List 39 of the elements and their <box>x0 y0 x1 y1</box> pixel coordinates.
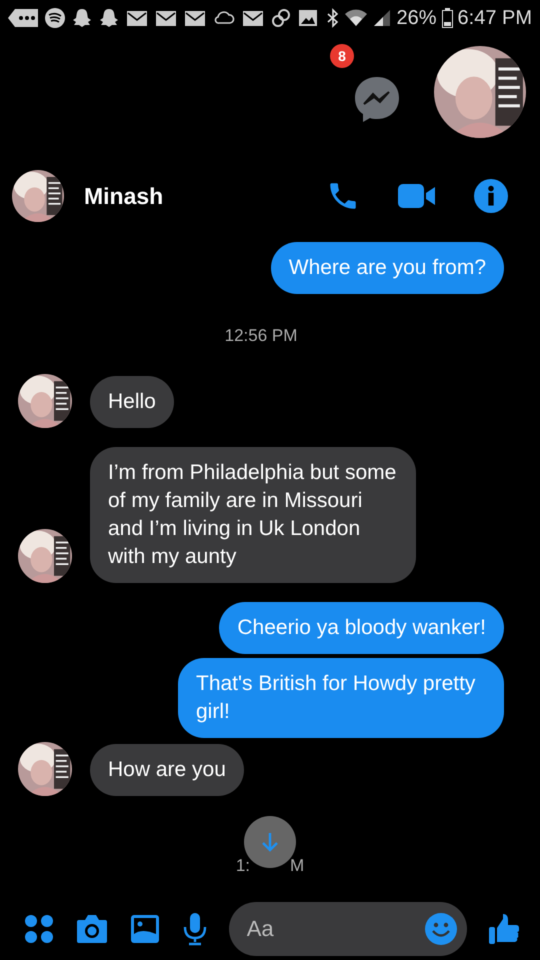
apps-icon[interactable] <box>24 914 54 944</box>
ghost-icon <box>99 8 119 28</box>
sent-message: Where are you from? <box>270 242 504 294</box>
wifi-icon <box>344 8 368 28</box>
mail-icon <box>126 9 148 27</box>
contact-name: Minash <box>84 182 164 210</box>
sent-message: That's British for Howdy pretty girl! <box>178 658 504 738</box>
image-icon[interactable] <box>130 914 160 944</box>
mail-icon <box>242 9 264 27</box>
image-icon <box>298 9 318 27</box>
received-message: Hello <box>90 376 174 428</box>
bluetooth-icon <box>327 8 340 28</box>
ghost-icon <box>72 8 92 28</box>
notification-badge: 8 <box>330 44 354 68</box>
video-camera-icon[interactable] <box>398 183 436 209</box>
battery-percent: 26% <box>396 6 437 30</box>
timestamp-end: M <box>290 856 304 877</box>
mail-icon <box>184 9 206 27</box>
timestamp: 12:56 PM <box>224 325 298 347</box>
thumbs-up-icon[interactable] <box>488 913 520 945</box>
message-input-field[interactable]: Aa <box>228 902 467 956</box>
status-time: 6:47 PM <box>458 6 532 30</box>
chat-bubble-icon[interactable] <box>352 74 402 124</box>
sent-message: Cheerio ya bloody wanker! <box>219 602 504 654</box>
music-app-icon <box>45 8 65 28</box>
more-icon <box>8 8 38 28</box>
camera-icon[interactable] <box>75 914 110 944</box>
emoji-icon[interactable] <box>424 913 457 945</box>
received-message: How are you <box>90 744 244 796</box>
down-arrow-icon <box>260 831 280 853</box>
cloud-icon <box>213 9 235 27</box>
received-message: I’m from Philadelphia but some of my family are in Missouri and I’m living in Uk London with my aunty <box>90 447 416 583</box>
signal-icon <box>373 9 392 27</box>
info-icon[interactable] <box>474 179 508 213</box>
timestamp-start: 1: <box>236 856 250 877</box>
rings-icon <box>271 8 291 28</box>
microphone-icon[interactable] <box>182 912 208 946</box>
battery-icon <box>442 8 453 28</box>
mail-icon <box>155 9 177 27</box>
